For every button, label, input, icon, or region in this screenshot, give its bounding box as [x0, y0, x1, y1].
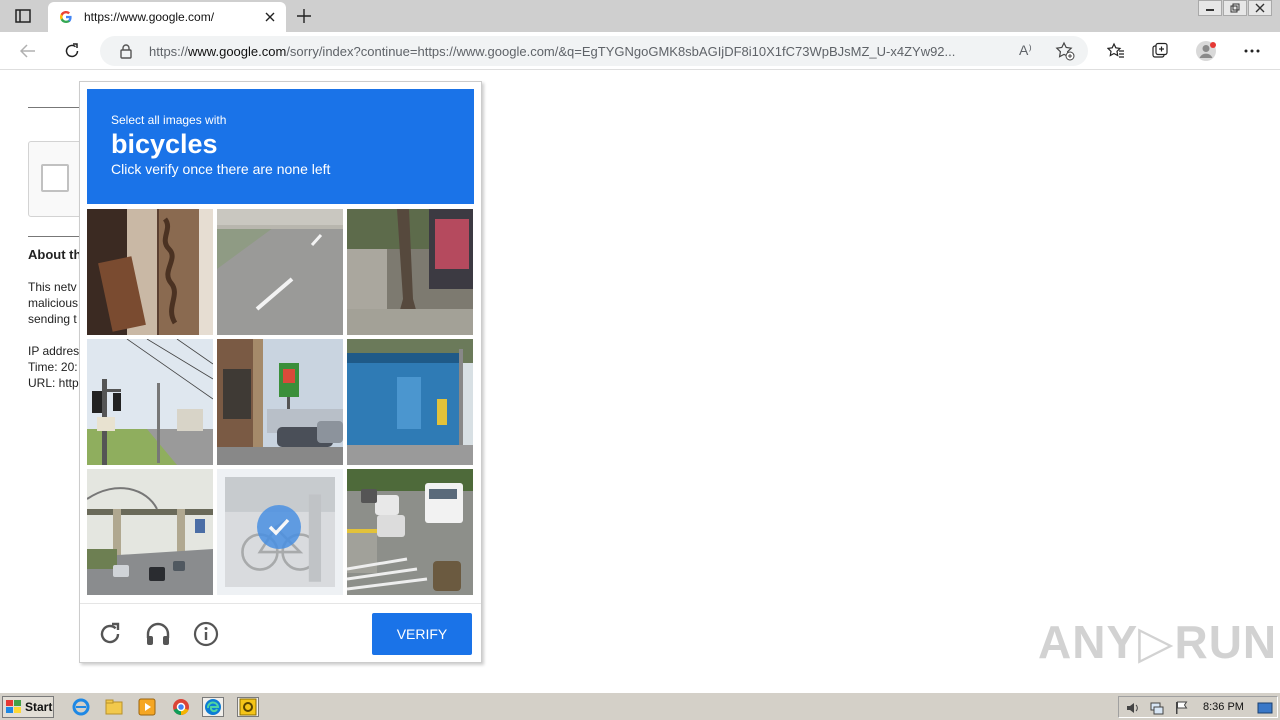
refresh-button[interactable]: [60, 39, 84, 63]
image-tile-2[interactable]: [217, 209, 343, 335]
browser-tab[interactable]: https://www.google.com/: [48, 2, 286, 32]
close-tab-icon[interactable]: [262, 9, 278, 25]
tab-actions-button[interactable]: [10, 6, 36, 26]
plus-icon: [297, 9, 311, 23]
lock-icon[interactable]: [118, 43, 134, 59]
show-desktop-icon[interactable]: [1257, 700, 1273, 716]
tab-actions-icon: [15, 9, 31, 23]
headphones-icon: [146, 622, 170, 645]
system-tray: 8:36 PM: [1118, 696, 1278, 718]
url-path: /sorry/index?continue=https://www.google…: [286, 44, 956, 59]
back-arrow-icon: [20, 44, 35, 58]
start-button[interactable]: Start: [2, 696, 54, 718]
image-tile-6[interactable]: [347, 339, 473, 465]
audio-challenge-button[interactable]: [144, 620, 172, 648]
tile-image: [87, 209, 213, 335]
back-button[interactable]: [16, 39, 40, 63]
reload-challenge-button[interactable]: [96, 620, 124, 648]
more-options-icon: [1244, 49, 1260, 53]
image-tile-5[interactable]: [217, 339, 343, 465]
anyrun-watermark-logo: ANY▷RUN: [1038, 616, 1278, 668]
tile-image: [87, 339, 213, 465]
help-button[interactable]: [192, 620, 220, 648]
start-label: Start: [25, 700, 53, 714]
url-prefix: https://: [149, 44, 189, 59]
time-line: Time: 20:: [28, 360, 78, 374]
verify-button[interactable]: VERIFY: [372, 613, 472, 655]
read-aloud-icon[interactable]: A⁾: [1019, 42, 1032, 59]
about-line: malicious: [28, 296, 79, 310]
volume-icon[interactable]: [1125, 700, 1141, 716]
tile-image: [347, 469, 473, 595]
refresh-icon: [65, 43, 79, 58]
profile-button[interactable]: [1194, 39, 1218, 63]
tile-image: [347, 339, 473, 465]
about-heading: About th: [28, 247, 82, 262]
reload-icon: [100, 622, 120, 644]
tab-strip: https://www.google.com/: [0, 0, 1280, 32]
avatar-icon: [1196, 41, 1216, 61]
url-line: URL: http: [28, 376, 79, 390]
favorites-icon: [1107, 42, 1124, 58]
recaptcha-challenge: Select all images with bicycles Click ve…: [79, 81, 482, 663]
ip-address-line: IP addres: [28, 344, 80, 358]
window-controls: [1197, 0, 1272, 18]
about-text: This netv malicious sending t: [28, 279, 78, 327]
challenge-footer: VERIFY: [80, 603, 481, 662]
close-window-button[interactable]: [1248, 0, 1272, 16]
close-icon: [1255, 3, 1265, 13]
browser-toolbar: https://www.google.com/sorry/index?conti…: [0, 32, 1280, 70]
collections-button[interactable]: [1148, 39, 1172, 63]
tile-image: [87, 469, 213, 595]
settings-menu-button[interactable]: [1240, 39, 1264, 63]
info-icon: [193, 621, 219, 647]
instruction-target: bicycles: [111, 129, 218, 159]
tile-image: [347, 209, 473, 335]
network-icon[interactable]: [1149, 700, 1165, 716]
request-meta: IP addres Time: 20: URL: http: [28, 343, 79, 391]
ie-taskbar-icon[interactable]: [70, 697, 92, 717]
challenge-header: Select all images with bicycles Click ve…: [87, 89, 474, 204]
edge-taskbar-icon[interactable]: [202, 697, 224, 717]
favorites-button[interactable]: [1104, 39, 1128, 63]
image-tile-7[interactable]: [87, 469, 213, 595]
url-host: www.google.com: [188, 44, 287, 59]
flag-icon[interactable]: [1173, 700, 1189, 716]
add-favorite-icon[interactable]: [1055, 41, 1075, 61]
tile-image: [217, 339, 343, 465]
instruction-sub: Click verify once there are none left: [111, 161, 331, 177]
minimize-icon: [1206, 9, 1214, 11]
instruction-small: Select all images with: [111, 113, 227, 127]
minimize-button[interactable]: [1198, 0, 1222, 16]
collections-icon: [1152, 42, 1168, 58]
image-tile-9[interactable]: [347, 469, 473, 595]
taskbar: Start 8:36 PM: [0, 692, 1280, 720]
restore-icon: [1230, 3, 1240, 13]
selected-check-icon: [257, 505, 301, 549]
outlook-taskbar-icon[interactable]: [237, 697, 259, 717]
windows-logo-icon: [6, 700, 21, 713]
image-grid: [87, 209, 474, 596]
clock: 8:36 PM: [1203, 701, 1244, 713]
image-tile-1[interactable]: [87, 209, 213, 335]
image-tile-4[interactable]: [87, 339, 213, 465]
tab-title: https://www.google.com/: [84, 10, 215, 24]
new-tab-button[interactable]: [292, 5, 316, 27]
about-line: sending t: [28, 312, 77, 326]
address-bar[interactable]: https://www.google.com/sorry/index?conti…: [100, 36, 1088, 66]
google-favicon-icon: [58, 9, 74, 25]
about-line: This netv: [28, 280, 77, 294]
image-tile-8[interactable]: [217, 469, 343, 595]
explorer-taskbar-icon[interactable]: [103, 697, 125, 717]
url-text[interactable]: https://www.google.com/sorry/index?conti…: [149, 44, 1009, 59]
image-tile-3[interactable]: [347, 209, 473, 335]
recaptcha-checkbox[interactable]: [41, 164, 69, 192]
restore-button[interactable]: [1223, 0, 1247, 16]
media-player-taskbar-icon[interactable]: [136, 697, 158, 717]
chrome-taskbar-icon[interactable]: [170, 697, 192, 717]
tile-image: [217, 209, 343, 335]
